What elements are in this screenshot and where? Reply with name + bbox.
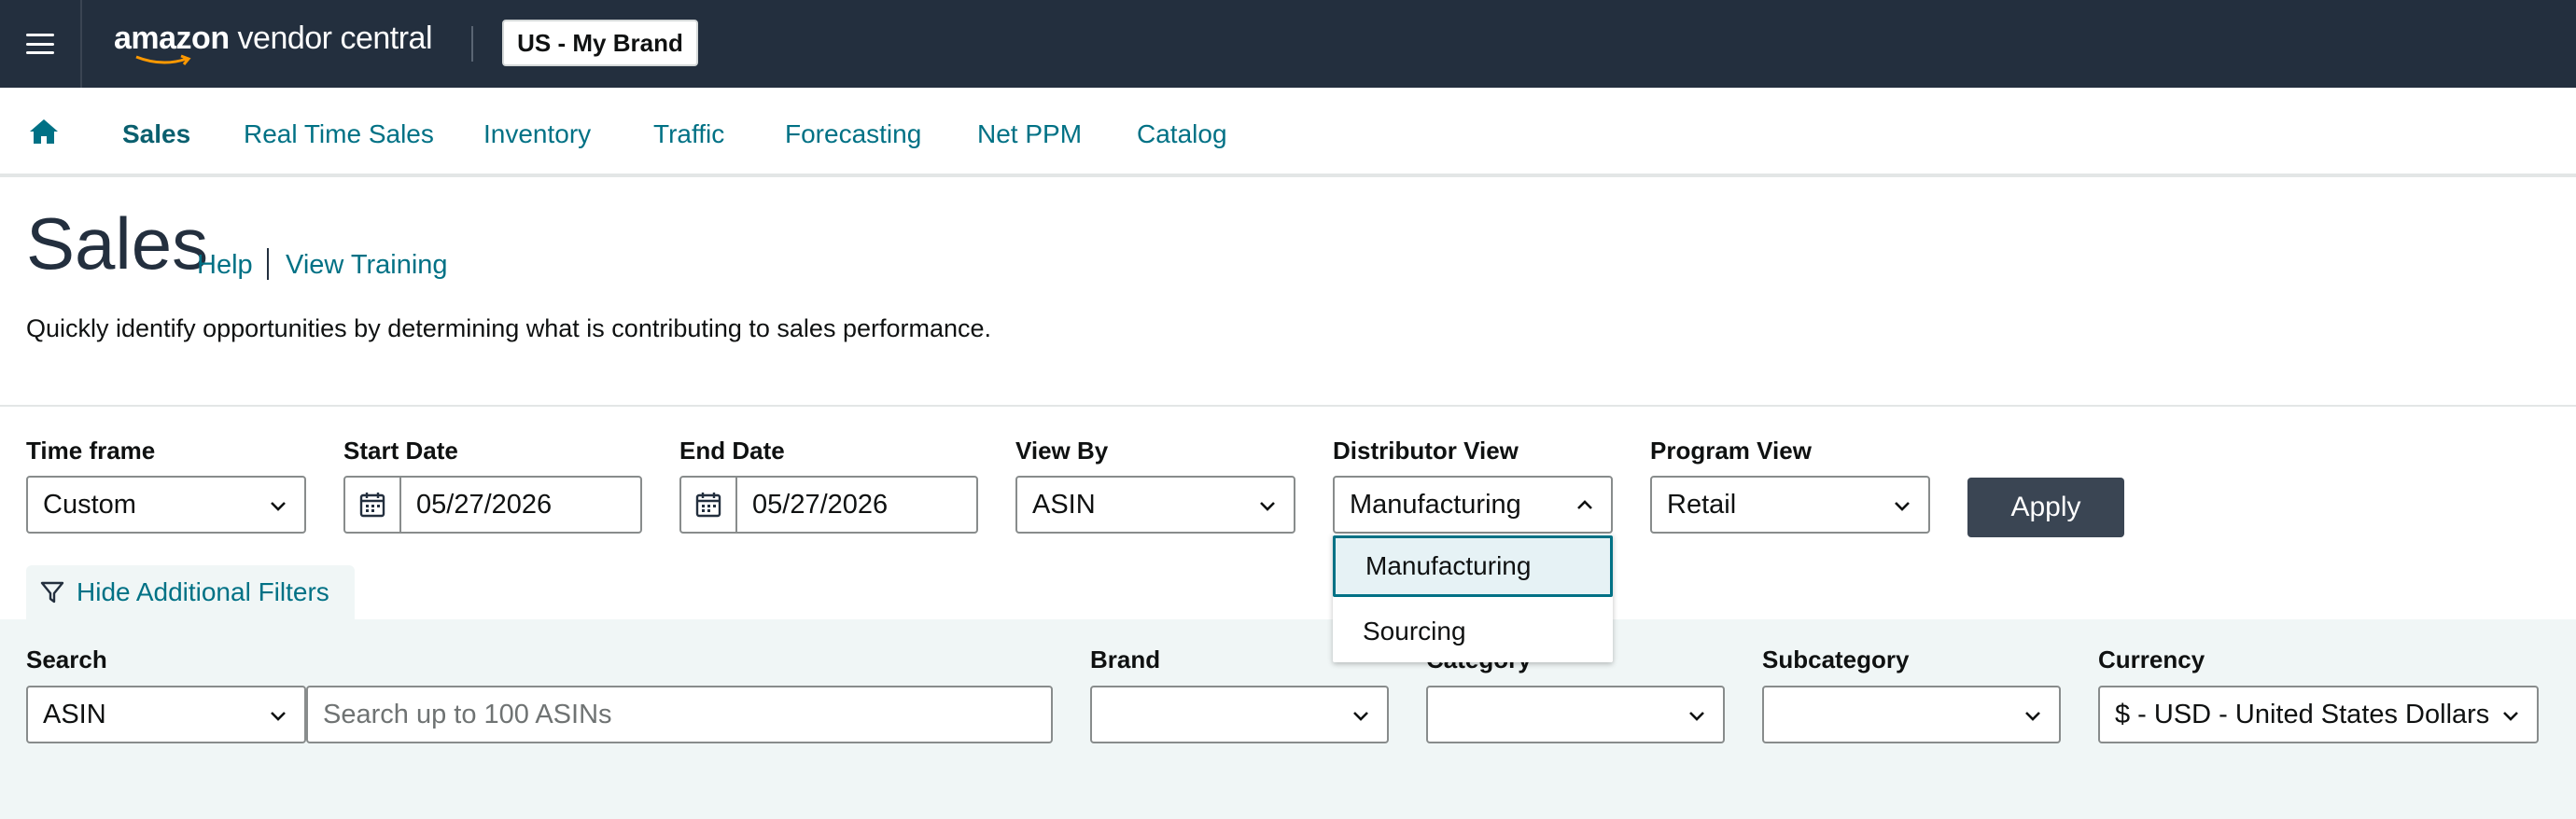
search-type-select[interactable]: ASIN [26, 686, 306, 743]
time-frame-label: Time frame [26, 437, 156, 465]
search-input[interactable]: Search up to 100 ASINs [306, 686, 1053, 743]
account-selector-button[interactable]: US - My Brand [502, 20, 698, 66]
nav-item-forecasting[interactable]: Forecasting [785, 119, 921, 149]
chevron-down-icon [271, 712, 286, 721]
search-type-value: ASIN [43, 699, 106, 729]
program-view-select[interactable]: Retail [1650, 476, 1930, 534]
hide-additional-filters-button[interactable]: Hide Additional Filters [26, 565, 355, 619]
page-title: Sales [26, 202, 209, 285]
option-sourcing[interactable]: Sourcing [1333, 601, 1613, 662]
view-by-value: ASIN [1032, 489, 1096, 520]
top-bar: amazon vendor central US - My Brand [0, 0, 2576, 88]
currency-select[interactable]: $ - USD - United States Dollars [2098, 686, 2539, 743]
subcategory-label: Subcategory [1762, 645, 1910, 673]
apply-button[interactable]: Apply [1967, 478, 2124, 537]
end-date-field[interactable]: 05/27/2026 [679, 476, 978, 534]
view-training-link[interactable]: View Training [286, 250, 448, 281]
menu-button[interactable] [0, 0, 82, 88]
currency-value: $ - USD - United States Dollars [2115, 699, 2490, 729]
start-date-value: 05/27/2026 [416, 489, 553, 520]
chevron-down-icon [2025, 712, 2040, 721]
chevron-up-icon [1577, 500, 1592, 509]
section-divider [0, 405, 2576, 407]
brand-label: Brand [1090, 645, 1161, 673]
filter-icon [40, 581, 64, 604]
currency-label: Currency [2098, 645, 2205, 673]
view-by-label: View By [1015, 437, 1109, 465]
home-icon[interactable] [28, 118, 60, 146]
program-view-value: Retail [1667, 489, 1737, 520]
hamburger-icon [26, 34, 54, 54]
time-frame-value: Custom [43, 489, 136, 520]
nav-item-inventory[interactable]: Inventory [483, 119, 591, 149]
nav-item-traffic[interactable]: Traffic [653, 119, 724, 149]
end-date-value: 05/27/2026 [752, 489, 889, 520]
hide-additional-filters-label: Hide Additional Filters [77, 577, 329, 606]
logo-text-bold: amazon [114, 21, 230, 56]
logo-text-rest: vendor central [229, 21, 433, 56]
chevron-down-icon [1260, 502, 1275, 511]
start-date-field[interactable]: 05/27/2026 [343, 476, 642, 534]
nav-item-sales[interactable]: Sales [122, 119, 190, 149]
view-by-select[interactable]: ASIN [1015, 476, 1295, 534]
end-date-label: End Date [679, 437, 785, 465]
vendor-central-logo[interactable]: amazon vendor central [114, 21, 433, 65]
time-frame-select[interactable]: Custom [26, 476, 306, 534]
distributor-view-menu: Manufacturing Sourcing [1333, 534, 1613, 662]
nav-item-net-ppm[interactable]: Net PPM [977, 119, 1082, 149]
chevron-down-icon [2503, 712, 2518, 721]
program-view-label: Program View [1650, 437, 1812, 465]
distributor-view-value: Manufacturing [1350, 489, 1521, 520]
option-manufacturing[interactable]: Manufacturing [1333, 535, 1613, 597]
brand-select[interactable] [1090, 686, 1389, 743]
start-date-label: Start Date [343, 437, 458, 465]
chevron-down-icon [271, 502, 286, 511]
distributor-view-label: Distributor View [1333, 437, 1519, 465]
subcategory-select[interactable] [1762, 686, 2061, 743]
nav-item-catalog[interactable]: Catalog [1137, 119, 1227, 149]
nav-item-real-time-sales[interactable]: Real Time Sales [244, 119, 434, 149]
main-nav: Sales Real Time Sales Inventory Traffic … [0, 88, 2576, 177]
chevron-down-icon [1689, 712, 1704, 721]
chevron-down-icon [1895, 502, 1910, 511]
amazon-smile-icon [135, 54, 191, 65]
calendar-icon[interactable] [681, 478, 737, 532]
help-link[interactable]: Help [197, 250, 253, 281]
category-select[interactable] [1426, 686, 1725, 743]
header-divider [471, 26, 473, 62]
search-label: Search [26, 645, 107, 673]
link-separator [267, 248, 269, 280]
distributor-view-select[interactable]: Manufacturing [1333, 476, 1613, 534]
calendar-icon[interactable] [345, 478, 401, 532]
page-description: Quickly identify opportunities by determ… [26, 314, 992, 342]
chevron-down-icon [1353, 712, 1368, 721]
